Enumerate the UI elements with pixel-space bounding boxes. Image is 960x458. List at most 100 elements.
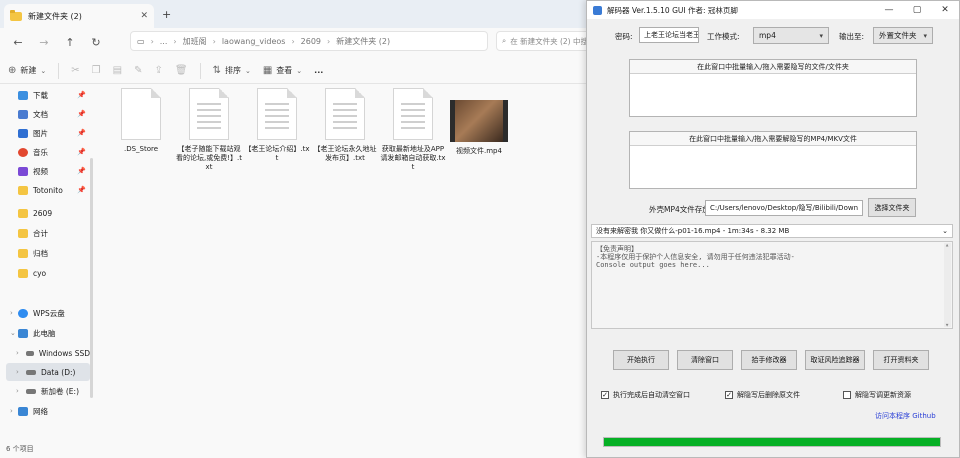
text-file-icon	[393, 88, 433, 140]
sidebar-scrollbar[interactable]	[90, 158, 93, 398]
delete-original-checkbox[interactable]: ✓ 解隐写后删除原文件	[725, 390, 800, 400]
copy-icon[interactable]: ❐	[92, 65, 101, 76]
file-item[interactable]: 【老王论坛介绍】.txt	[244, 88, 310, 163]
file-item[interactable]: 【老子随能下载站观看的论坛,或免费!】.txt	[176, 88, 242, 172]
sidebar-item-label: Totonito	[33, 185, 63, 195]
sidebar-item[interactable]: cyo	[6, 264, 90, 282]
password-field[interactable]: 上老王论坛当老王	[639, 27, 699, 43]
tree-item-drive[interactable]: › Windows SSD	[6, 344, 90, 362]
choose-folder-button[interactable]: 选择文件夹	[868, 198, 916, 217]
breadcrumb-item[interactable]: 加班阁	[183, 36, 207, 47]
network-icon	[18, 406, 28, 416]
sidebar-item-label: cyo	[33, 268, 47, 278]
new-button[interactable]: ⊕ 新建 ⌄	[8, 65, 46, 76]
modifier-button[interactable]: 拾手修改器	[741, 350, 797, 370]
address-bar[interactable]: ▭ › ... › 加班阁 › laowang_videos › 2609 › …	[130, 31, 488, 51]
back-arrow-icon[interactable]: ←	[6, 31, 30, 53]
folder-icon	[18, 185, 28, 195]
sidebar-item[interactable]: 音乐 📌	[6, 143, 90, 161]
console-scrollbar[interactable]	[944, 241, 951, 329]
video-icon	[18, 166, 28, 176]
chevron-down-icon: ▾	[923, 31, 927, 40]
sidebar-item[interactable]: 文档 📌	[6, 105, 90, 123]
tree-item-drive[interactable]: › 新加卷 (E:)	[6, 382, 90, 400]
refresh-icon[interactable]: ↻	[84, 31, 108, 53]
reveal-drop-zone[interactable]: 在此窗口中批量输入/拖入需要解隐写的MP4/MKV文件	[629, 131, 917, 189]
app-logo-icon	[593, 5, 602, 15]
sort-button[interactable]: ⇅ 排序 ⌄	[213, 65, 251, 76]
chevron-down-icon: ⌄	[244, 66, 251, 75]
share-icon[interactable]: ⇪	[154, 65, 162, 76]
new-tab-icon[interactable]: +	[162, 8, 171, 21]
selected-file-select[interactable]: 没有来解密我 你又做什么-p01-16.mp4 - 1m:34s - 8.32 …	[591, 224, 953, 238]
drive-icon	[26, 369, 36, 375]
maximize-icon[interactable]: ▢	[903, 1, 931, 19]
sidebar-item[interactable]: 合计	[6, 224, 90, 242]
up-arrow-icon[interactable]: ↑	[58, 31, 82, 53]
chevron-down-icon: ⌄	[10, 329, 16, 337]
paste-icon[interactable]: ▤	[113, 65, 122, 76]
sidebar-item-label: 下载	[33, 90, 48, 100]
chevron-right-icon: ›	[16, 349, 19, 357]
close-icon[interactable]: ✕	[931, 1, 959, 19]
plus-circle-icon: ⊕	[8, 65, 17, 76]
file-item[interactable]: 获取最新地址及APP请发邮箱自动获取.txt	[380, 88, 446, 172]
tracker-button[interactable]: 取证风险追踪器	[805, 350, 865, 370]
checkbox-checked-icon: ✓	[601, 391, 609, 399]
update-resource-checkbox[interactable]: 解隐写调更新资源	[843, 390, 911, 400]
view-button[interactable]: ▦ 查看 ⌄	[263, 65, 302, 76]
output-select[interactable]: 外置文件夹 ▾	[873, 27, 933, 44]
clear-window-button[interactable]: 清除窗口	[677, 350, 733, 370]
mp4-path-field[interactable]: C:/Users/lenovo/Desktop/隐写/Bilibili/Down	[705, 200, 863, 216]
chevron-down-icon: ⌄	[942, 227, 948, 235]
tree-item-label: 新加卷 (E:)	[41, 386, 80, 396]
hide-drop-zone[interactable]: 在此窗口中批量输入/拖入需要隐写的文件/文件夹	[629, 59, 917, 117]
app-title: 解码器 Ver.1.5.10 GUI 作者: 冠林页脚	[607, 5, 738, 15]
progress-bar	[603, 437, 941, 447]
reveal-drop-zone-label: 在此窗口中批量输入/拖入需要解隐写的MP4/MKV文件	[630, 132, 916, 146]
console-output[interactable]: 【免责声明】 -本程序仅用于保护个人信息安全, 请勿用于任何违法犯罪活动- Co…	[591, 241, 953, 329]
file-item[interactable]: 视频文件.mp4	[446, 88, 512, 156]
explorer-tab[interactable]: 新建文件夹 (2) ✕	[4, 4, 154, 28]
sidebar-item[interactable]: 图片 📌	[6, 124, 90, 142]
breadcrumb-item[interactable]: laowang_videos	[222, 37, 286, 46]
breadcrumb-item[interactable]: 新建文件夹 (2)	[336, 36, 390, 47]
search-input[interactable]: ⌕ 在 新建文件夹 (2) 中搜索	[496, 31, 596, 51]
breadcrumb-item[interactable]: ...	[160, 37, 168, 46]
open-folder-button[interactable]: 打开资料夹	[873, 350, 929, 370]
folder-icon	[10, 9, 22, 21]
sidebar-item[interactable]: 视频 📌	[6, 162, 90, 180]
sidebar-item[interactable]: 2609	[6, 204, 90, 222]
sidebar-item[interactable]: 下载 📌	[6, 86, 90, 104]
tree-item-drive-selected[interactable]: › Data (D:)	[6, 363, 90, 381]
mode-value: mp4	[759, 31, 776, 40]
cut-icon[interactable]: ✂	[71, 65, 79, 76]
tree-item-network[interactable]: › 网络	[6, 402, 90, 420]
output-value: 外置文件夹	[879, 31, 917, 40]
password-label: 密码:	[615, 32, 633, 41]
checkbox-checked-icon: ✓	[725, 391, 733, 399]
start-button[interactable]: 开始执行	[613, 350, 669, 370]
mode-select[interactable]: mp4 ▾	[753, 27, 829, 44]
delete-icon[interactable]: 🗑	[175, 65, 188, 76]
file-item[interactable]: .DS_Store	[108, 88, 174, 154]
sidebar-item[interactable]: Totonito 📌	[6, 181, 90, 199]
rename-icon[interactable]: ✎	[134, 65, 142, 76]
file-item[interactable]: 【老王论坛永久地址发布页】.txt	[312, 88, 378, 163]
close-tab-icon[interactable]: ✕	[140, 11, 148, 21]
download-icon	[18, 90, 28, 100]
minimize-icon[interactable]: —	[875, 1, 903, 19]
pin-icon: 📌	[77, 110, 86, 118]
sidebar-item[interactable]: 归档	[6, 244, 90, 262]
forward-arrow-icon[interactable]: →	[32, 31, 56, 53]
breadcrumb-item[interactable]: 2609	[301, 37, 321, 46]
navigation-pane: 下载 📌 文档 📌 图片 📌 音乐 📌 视频 📌 Totonito 📌 2609…	[0, 84, 93, 434]
more-button[interactable]: ...	[314, 66, 323, 75]
pin-icon: 📌	[77, 129, 86, 137]
tree-item-wps-cloud[interactable]: › WPS云盘	[6, 304, 90, 322]
chevron-right-icon: ›	[173, 36, 177, 46]
tree-item-this-pc[interactable]: ⌄ 此电脑	[6, 324, 90, 342]
sidebar-item-label: 图片	[33, 128, 48, 138]
auto-clear-checkbox[interactable]: ✓ 执行完成后自动清空窗口	[601, 390, 690, 400]
github-link[interactable]: 访问本程序 Github	[875, 411, 936, 421]
